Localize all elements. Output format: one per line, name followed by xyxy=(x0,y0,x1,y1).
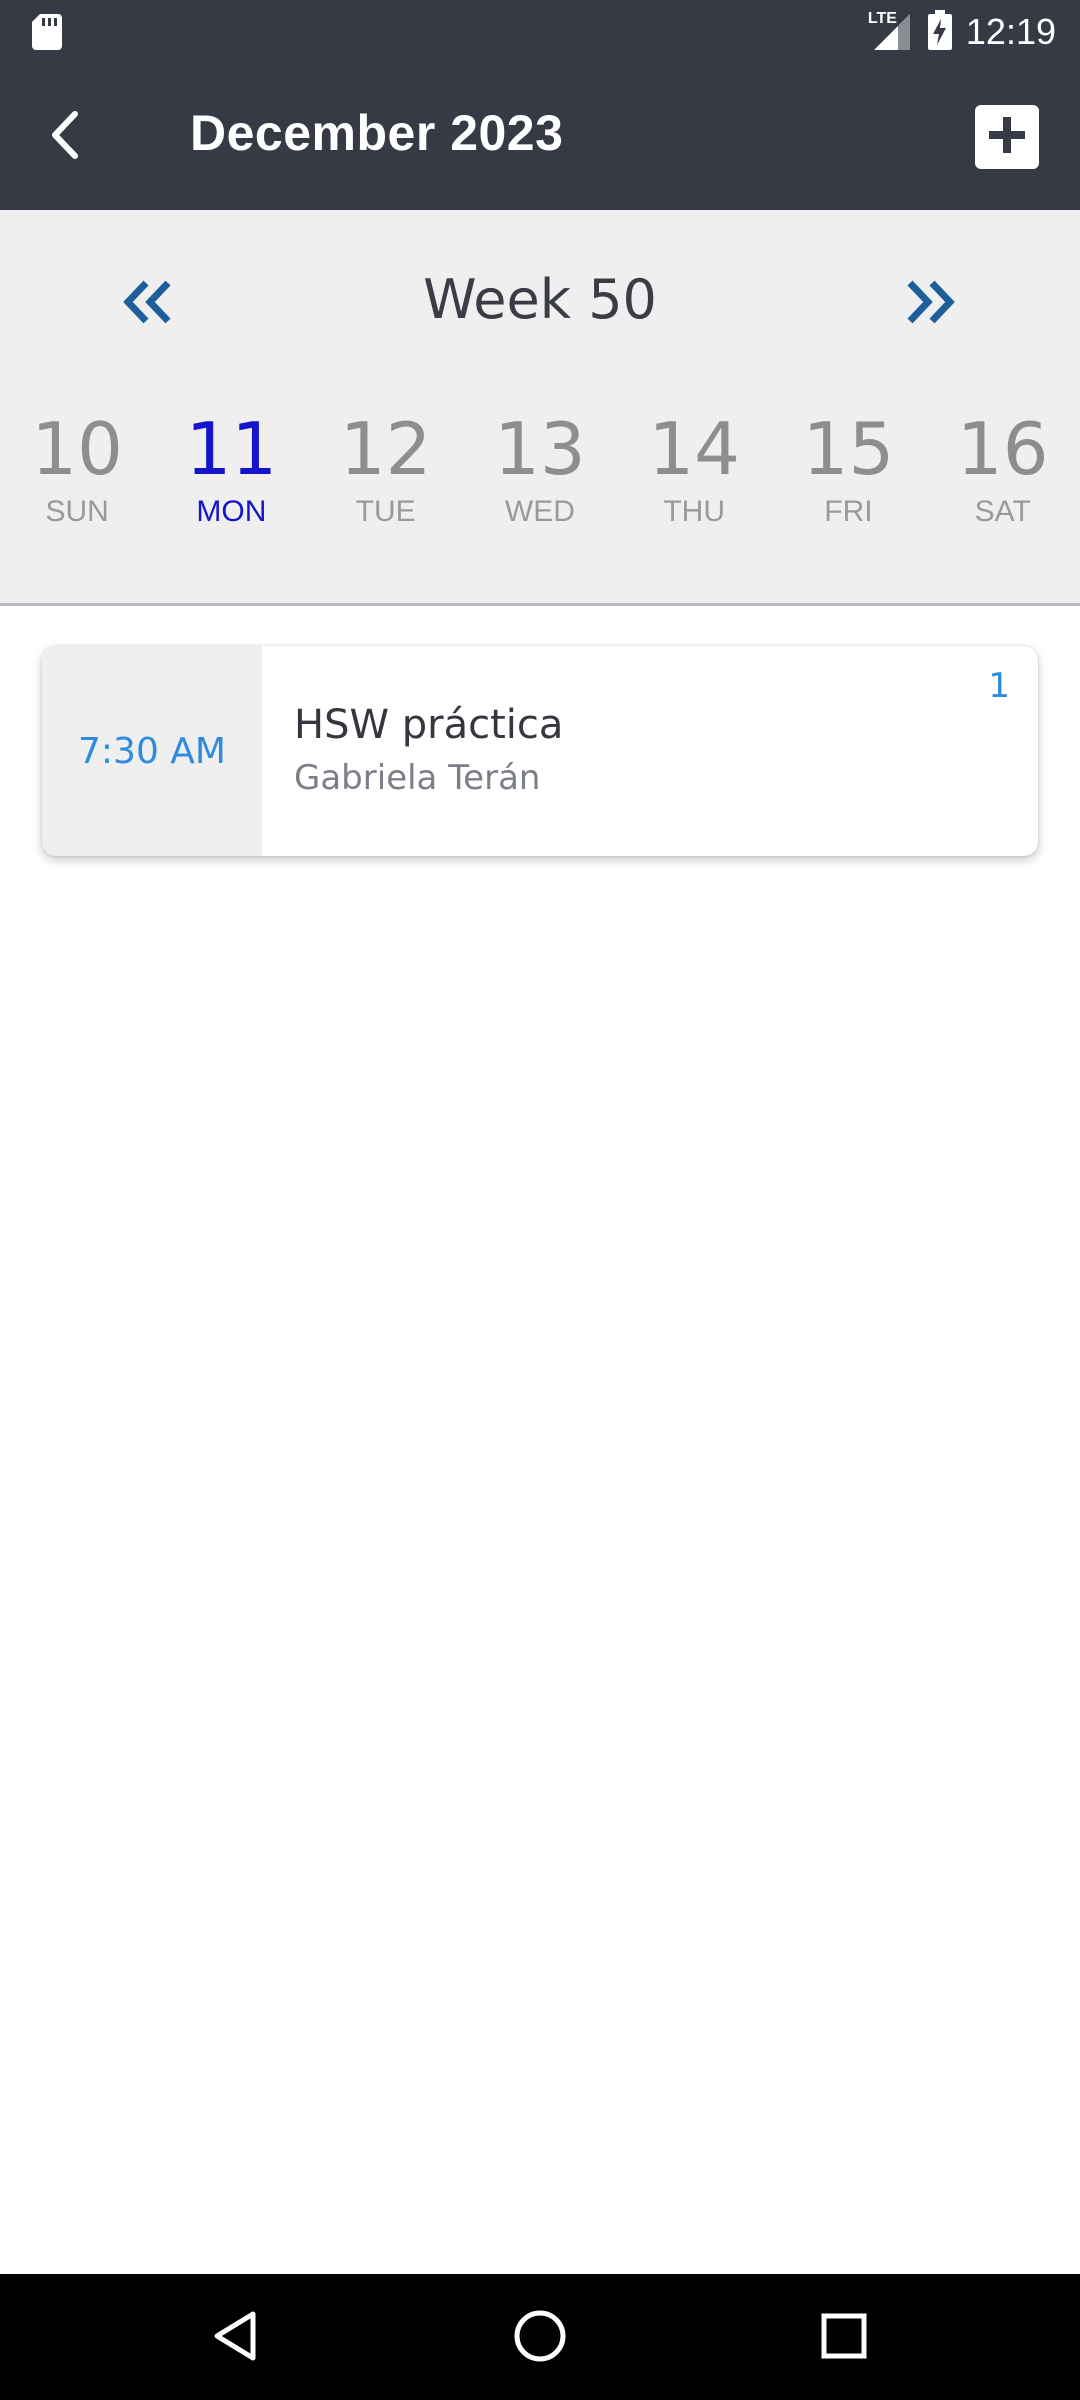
day-name: FRI xyxy=(824,495,873,529)
page-title: December 2023 xyxy=(190,105,564,161)
back-button[interactable] xyxy=(30,102,100,172)
chevron-left-icon xyxy=(45,108,85,167)
event-count-badge: 1 xyxy=(988,666,1010,706)
days-row: 10 SUN 11 MON 12 TUE 13 WED 14 THU 15 FR… xyxy=(0,407,1080,560)
status-time: 12:19 xyxy=(965,11,1056,52)
day-name: MON xyxy=(196,495,267,529)
day-wed[interactable]: 13 WED xyxy=(463,407,617,560)
event-title: HSW práctica xyxy=(294,702,564,748)
nav-back-button[interactable] xyxy=(200,2302,272,2374)
system-nav-bar xyxy=(0,2274,1080,2400)
day-number: 12 xyxy=(339,407,432,491)
double-chevron-right-icon xyxy=(902,277,958,332)
plus-icon xyxy=(987,115,1027,160)
day-fri[interactable]: 15 FRI xyxy=(771,407,925,560)
day-name: SUN xyxy=(45,495,109,529)
event-instructor: Gabriela Terán xyxy=(294,758,541,798)
status-bar: LTE 12:19 xyxy=(0,0,1080,64)
day-number: 11 xyxy=(185,407,278,491)
day-sat[interactable]: 16 SAT xyxy=(926,407,1080,560)
day-name: WED xyxy=(504,495,575,529)
week-panel: Week 50 10 SUN 11 MON 12 TUE 13 WED 14 T… xyxy=(0,210,1080,606)
nav-recents-button[interactable] xyxy=(808,2302,880,2374)
sd-card-icon xyxy=(32,14,62,55)
battery-charging-icon xyxy=(927,9,952,55)
day-number: 13 xyxy=(494,407,586,491)
day-name: THU xyxy=(663,495,726,529)
home-circle-icon xyxy=(512,2308,568,2369)
event-card[interactable]: 7:30 AM HSW práctica Gabriela Terán 1 xyxy=(42,646,1038,856)
status-icons: LTE 12:19 xyxy=(868,8,1056,56)
signal-icon: LTE xyxy=(868,10,914,52)
day-number: 15 xyxy=(802,407,895,491)
add-event-button[interactable] xyxy=(975,105,1039,169)
double-chevron-left-icon xyxy=(120,277,176,332)
event-time-column: 7:30 AM xyxy=(42,646,262,856)
nav-home-button[interactable] xyxy=(504,2302,576,2374)
day-name: TUE xyxy=(355,495,416,529)
next-week-button[interactable] xyxy=(900,274,960,334)
day-thu[interactable]: 14 THU xyxy=(617,407,771,560)
app-bar: December 2023 xyxy=(0,64,1080,210)
back-triangle-icon xyxy=(211,2309,261,2368)
day-name: SAT xyxy=(974,495,1031,529)
event-time: 7:30 AM xyxy=(78,730,226,772)
day-tue[interactable]: 12 TUE xyxy=(309,407,463,560)
day-number: 14 xyxy=(648,407,740,491)
day-mon[interactable]: 11 MON xyxy=(154,407,308,560)
day-number: 10 xyxy=(31,407,123,491)
day-number: 16 xyxy=(956,407,1049,491)
recents-square-icon xyxy=(820,2312,868,2365)
day-sun[interactable]: 10 SUN xyxy=(0,407,154,560)
previous-week-button[interactable] xyxy=(118,274,178,334)
week-label: Week 50 xyxy=(423,268,657,331)
